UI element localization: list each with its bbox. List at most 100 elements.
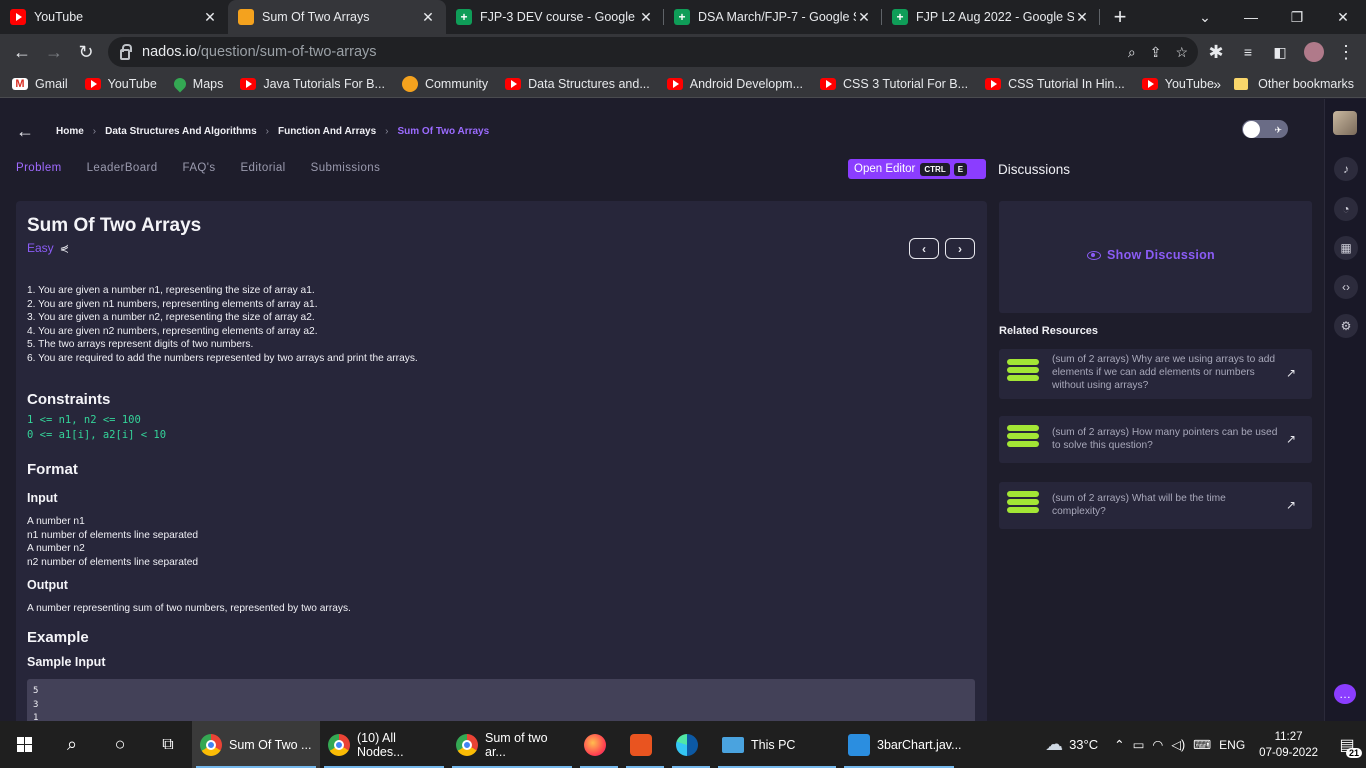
temperature[interactable]: 33°C	[1069, 737, 1098, 752]
tab-submissions[interactable]: Submissions	[311, 162, 381, 174]
tab-sum-of-two-arrays[interactable]: Sum Of Two Arrays ✕	[228, 0, 446, 34]
breadcrumb-home[interactable]: Home	[56, 126, 84, 137]
menu-kebab-icon[interactable]: ⋮	[1330, 36, 1362, 68]
next-question-button[interactable]: ›	[945, 238, 975, 259]
share-icon[interactable]: ⋞	[60, 242, 69, 255]
bookmarks-overflow-button[interactable]: »	[1213, 76, 1221, 92]
user-avatar[interactable]	[1333, 111, 1357, 135]
notification-icon[interactable]: ▤ 21	[1332, 730, 1362, 760]
resource-item[interactable]: (sum of 2 arrays) What will be the time …	[999, 482, 1312, 529]
keyboard-icon[interactable]: ⌨	[1193, 737, 1211, 752]
tab-dsa-march-sheet[interactable]: + DSA March/FJP-7 - Google Sh ✕	[664, 0, 882, 34]
bookmark-maps[interactable]: Maps	[171, 75, 223, 92]
resource-text: (sum of 2 arrays) What will be the time …	[1052, 493, 1226, 517]
gmail-icon: M	[12, 77, 28, 90]
show-discussion-label: Show Discussion	[1107, 248, 1215, 262]
close-icon[interactable]: ✕	[420, 9, 436, 26]
bookmark-data-structures[interactable]: Data Structures and...	[505, 77, 650, 91]
breadcrumb-function-arrays[interactable]: Function And Arrays	[278, 126, 376, 137]
bookmark-android[interactable]: Android Developm...	[666, 77, 803, 91]
bell-icon[interactable]: ♪	[1334, 157, 1358, 181]
weather-cloud-icon[interactable]: ☁	[1045, 734, 1063, 755]
bookmarks-bar: M Gmail YouTube Maps Java Tutorials For B…	[0, 70, 1366, 98]
address-bar[interactable]: nados.io/question/sum-of-two-arrays ⌕ ⇪ …	[108, 37, 1198, 67]
bookmark-css-hindi[interactable]: CSS Tutorial In Hin...	[985, 77, 1125, 91]
chevron-up-icon[interactable]: ⌃	[1114, 737, 1124, 752]
taskbar-app-ubuntu[interactable]	[622, 721, 668, 768]
tab-fjp3-sheet[interactable]: + FJP-3 DEV course - Google Sh ✕	[446, 0, 664, 34]
resource-item[interactable]: (sum of 2 arrays) How many pointers can …	[999, 416, 1312, 463]
windows-start-icon[interactable]	[0, 721, 48, 768]
language-indicator[interactable]: ENG	[1219, 738, 1245, 752]
back-arrow-icon[interactable]: ←	[16, 121, 34, 142]
nados-page: ← Home › Data Structures And Algorithms …	[0, 99, 1366, 721]
close-icon[interactable]: ✕	[1074, 9, 1090, 26]
restore-button[interactable]: ❐	[1274, 0, 1320, 34]
close-icon[interactable]: ✕	[856, 9, 872, 26]
calendar-icon[interactable]: ▦	[1334, 236, 1358, 260]
taskbar-app-this-pc[interactable]: This PC	[714, 721, 840, 768]
chevron-right-icon: ›	[265, 126, 269, 137]
share-icon[interactable]: ⇪	[1150, 44, 1162, 61]
taskbar-app-vscode[interactable]: 3barChart.jav...	[840, 721, 962, 768]
taskbar-app-chrome-1[interactable]: Sum Of Two ...	[192, 721, 320, 768]
theme-toggle[interactable]: ✈	[1242, 120, 1288, 138]
bookmark-youtube-2[interactable]: YouTube	[1141, 77, 1214, 91]
battery-icon[interactable]: ▭	[1133, 737, 1145, 752]
tab-leaderboard[interactable]: LeaderBoard	[87, 162, 158, 174]
cortana-icon[interactable]: ○	[96, 721, 144, 768]
zoom-search-icon[interactable]: ⌕	[1128, 44, 1136, 61]
close-icon[interactable]: ✕	[638, 9, 654, 26]
bookmark-java-tutorials[interactable]: Java Tutorials For B...	[240, 77, 385, 91]
bookmark-youtube[interactable]: YouTube	[84, 77, 157, 91]
open-editor-button[interactable]: Open Editor CTRL E	[848, 159, 986, 179]
prev-question-button[interactable]: ‹	[909, 238, 939, 259]
tab-editorial[interactable]: Editorial	[240, 162, 285, 174]
eye-icon	[1087, 250, 1101, 260]
tab-problem[interactable]: Problem	[16, 162, 62, 174]
support-chat-icon[interactable]: …	[1334, 684, 1356, 704]
profile-avatar[interactable]	[1298, 36, 1330, 68]
volume-icon[interactable]: ◁)	[1171, 737, 1185, 752]
bookmark-star-icon[interactable]: ☆	[1175, 44, 1188, 61]
taskbar-app-chrome-3[interactable]: Sum of two ar...	[448, 721, 576, 768]
sheets-icon: +	[674, 9, 690, 25]
chat-bubble-icon[interactable]: ◔	[1334, 197, 1358, 221]
tab-search-icon[interactable]: ⌄	[1182, 0, 1228, 34]
settings-gear-icon[interactable]: ⚙	[1334, 314, 1358, 338]
extensions-icon[interactable]: ✱	[1200, 36, 1232, 68]
taskbar-app-firefox[interactable]	[576, 721, 622, 768]
reload-icon[interactable]: ↻	[70, 36, 102, 68]
tab-faqs[interactable]: FAQ's	[183, 162, 216, 174]
taskbar-app-chrome-2[interactable]: (10) All Nodes...	[320, 721, 448, 768]
clock[interactable]: 11:27 07-09-2022	[1259, 729, 1318, 761]
clock-date: 07-09-2022	[1259, 746, 1318, 759]
youtube-icon	[1141, 77, 1158, 90]
tab-fjp-l2-sheet[interactable]: + FJP L2 Aug 2022 - Google Sh ✕	[882, 0, 1100, 34]
bookmark-community[interactable]: Community	[401, 75, 488, 92]
tab-youtube[interactable]: YouTube ✕	[0, 0, 228, 34]
forward-arrow-icon[interactable]: →	[38, 36, 70, 68]
search-icon[interactable]: ⌕	[48, 721, 96, 768]
new-tab-button[interactable]: +	[1100, 0, 1140, 34]
task-view-icon[interactable]: ⧉	[144, 721, 192, 768]
youtube-icon	[505, 77, 522, 90]
side-panel-icon[interactable]: ◧	[1264, 36, 1296, 68]
close-window-button[interactable]: ✕	[1320, 0, 1366, 34]
other-bookmarks[interactable]: Other bookmarks	[1234, 77, 1354, 91]
resource-text: (sum of 2 arrays) Why are we using array…	[1052, 354, 1276, 391]
code-icon[interactable]: ‹›	[1334, 275, 1358, 299]
reading-list-icon[interactable]: ≡	[1232, 36, 1264, 68]
bookmark-css3[interactable]: CSS 3 Tutorial For B...	[820, 77, 968, 91]
show-discussion-button[interactable]: Show Discussion	[1087, 248, 1215, 262]
chrome-icon	[456, 733, 478, 756]
resource-item[interactable]: (sum of 2 arrays) Why are we using array…	[999, 349, 1312, 399]
close-icon[interactable]: ✕	[202, 9, 218, 26]
taskbar-app-edge[interactable]	[668, 721, 714, 768]
back-arrow-icon[interactable]: ←	[6, 36, 38, 68]
minimize-button[interactable]: —	[1228, 0, 1274, 34]
tab-title: Sum Of Two Arrays	[262, 10, 370, 24]
breadcrumb-dsa[interactable]: Data Structures And Algorithms	[105, 126, 257, 137]
wifi-icon[interactable]: ◠	[1152, 737, 1163, 752]
bookmark-gmail[interactable]: M Gmail	[12, 77, 68, 91]
